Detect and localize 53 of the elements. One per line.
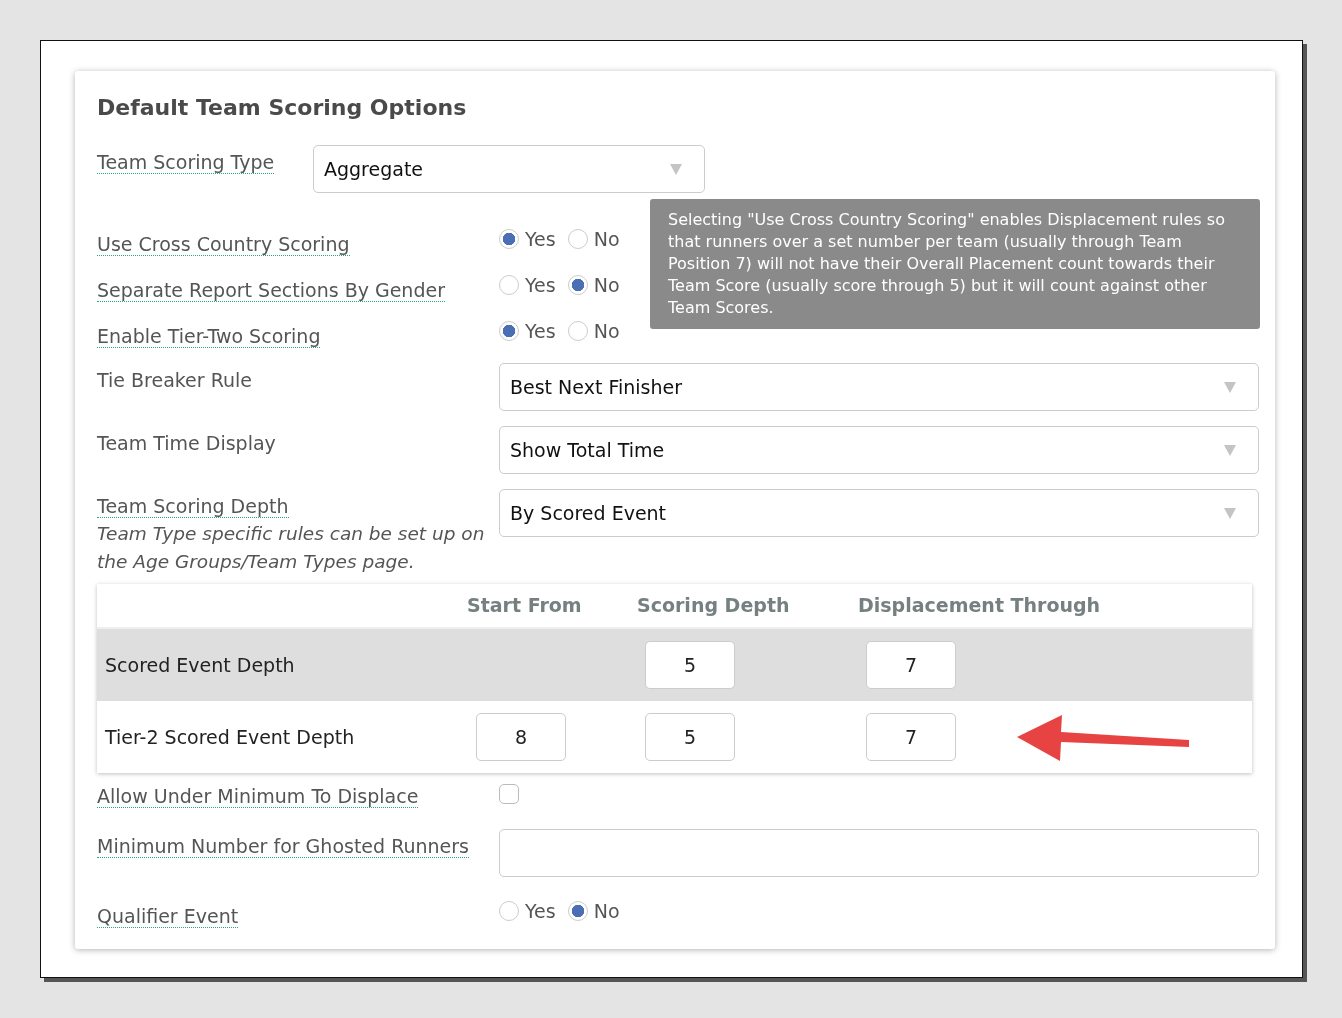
radio-option[interactable]: Yes xyxy=(499,271,556,300)
radio-option[interactable]: Yes xyxy=(499,897,556,926)
column-header: Start From xyxy=(467,593,583,619)
select-value: Show Total Time xyxy=(510,437,665,463)
select-field[interactable]: Show Total Time xyxy=(499,426,1259,474)
radio-icon[interactable] xyxy=(567,321,588,342)
radio-option[interactable]: No xyxy=(567,271,620,300)
row-label: Tier-2 Scored Event Depth xyxy=(105,724,356,750)
field-label: Team Time Display xyxy=(97,432,276,454)
panel-title: Default Team Scoring Options xyxy=(97,94,468,122)
number-input[interactable]: 5 xyxy=(645,713,735,761)
radio-icon[interactable] xyxy=(499,275,519,296)
field-label: Use Cross Country Scoring xyxy=(97,233,350,256)
radio-option[interactable]: No xyxy=(567,897,620,926)
number-input[interactable]: 5 xyxy=(645,641,735,689)
dropdown-caret-icon xyxy=(1224,444,1236,456)
radio-option[interactable]: No xyxy=(567,317,620,346)
number-input[interactable]: 7 xyxy=(866,641,956,689)
radio-icon[interactable] xyxy=(499,321,519,342)
radio-icon[interactable] xyxy=(499,901,519,922)
radio-option[interactable]: Yes xyxy=(499,225,556,254)
select-value: By Scored Event xyxy=(510,500,667,526)
field-label: Separate Report Sections By Gender xyxy=(97,279,445,302)
field-label: Allow Under Minimum To Displace xyxy=(97,785,419,808)
dropdown-caret-icon xyxy=(670,163,682,175)
tooltip: Selecting "Use Cross Country Scoring" enables Displacement rules so that runners over a set number per team (usually through Team Position 7) will not have their Overall Placement count towards their Team Score (usually score through 5) but it will count against other Team Scores. xyxy=(650,199,1260,329)
select-value: Aggregate xyxy=(324,156,424,182)
checkbox[interactable] xyxy=(499,784,519,804)
number-input[interactable]: 7 xyxy=(866,713,956,761)
select-field[interactable]: By Scored Event xyxy=(499,489,1259,537)
field-label: Team Scoring Depth xyxy=(97,495,289,518)
field-label: Enable Tier-Two Scoring xyxy=(97,325,321,348)
row-label: Scored Event Depth xyxy=(105,652,296,678)
radio-option[interactable]: No xyxy=(567,225,620,254)
radio-option[interactable]: Yes xyxy=(499,317,556,346)
select-value: Best Next Finisher xyxy=(510,374,682,400)
help-note: Team Type specific rules can be set up on the Age Groups/Team Types page. xyxy=(97,522,486,574)
select-field[interactable]: Best Next Finisher xyxy=(499,363,1259,411)
input-field[interactable] xyxy=(499,829,1259,877)
radio-icon[interactable] xyxy=(567,275,588,296)
field-label: Tie Breaker Rule xyxy=(97,369,252,391)
radio-icon[interactable] xyxy=(567,901,588,922)
field-label: Qualifier Event xyxy=(97,905,239,928)
select-field[interactable]: Aggregate xyxy=(313,145,705,193)
number-input[interactable]: 8 xyxy=(476,713,566,761)
radio-icon[interactable] xyxy=(499,229,519,250)
field-label: Minimum Number for Ghosted Runners xyxy=(97,835,470,858)
column-header: Displacement Through xyxy=(858,593,1102,619)
dropdown-caret-icon xyxy=(1224,381,1236,393)
field-label: Team Scoring Type xyxy=(97,151,275,174)
radio-icon[interactable] xyxy=(567,229,588,250)
column-header: Scoring Depth xyxy=(637,593,791,619)
dropdown-caret-icon xyxy=(1224,507,1236,519)
